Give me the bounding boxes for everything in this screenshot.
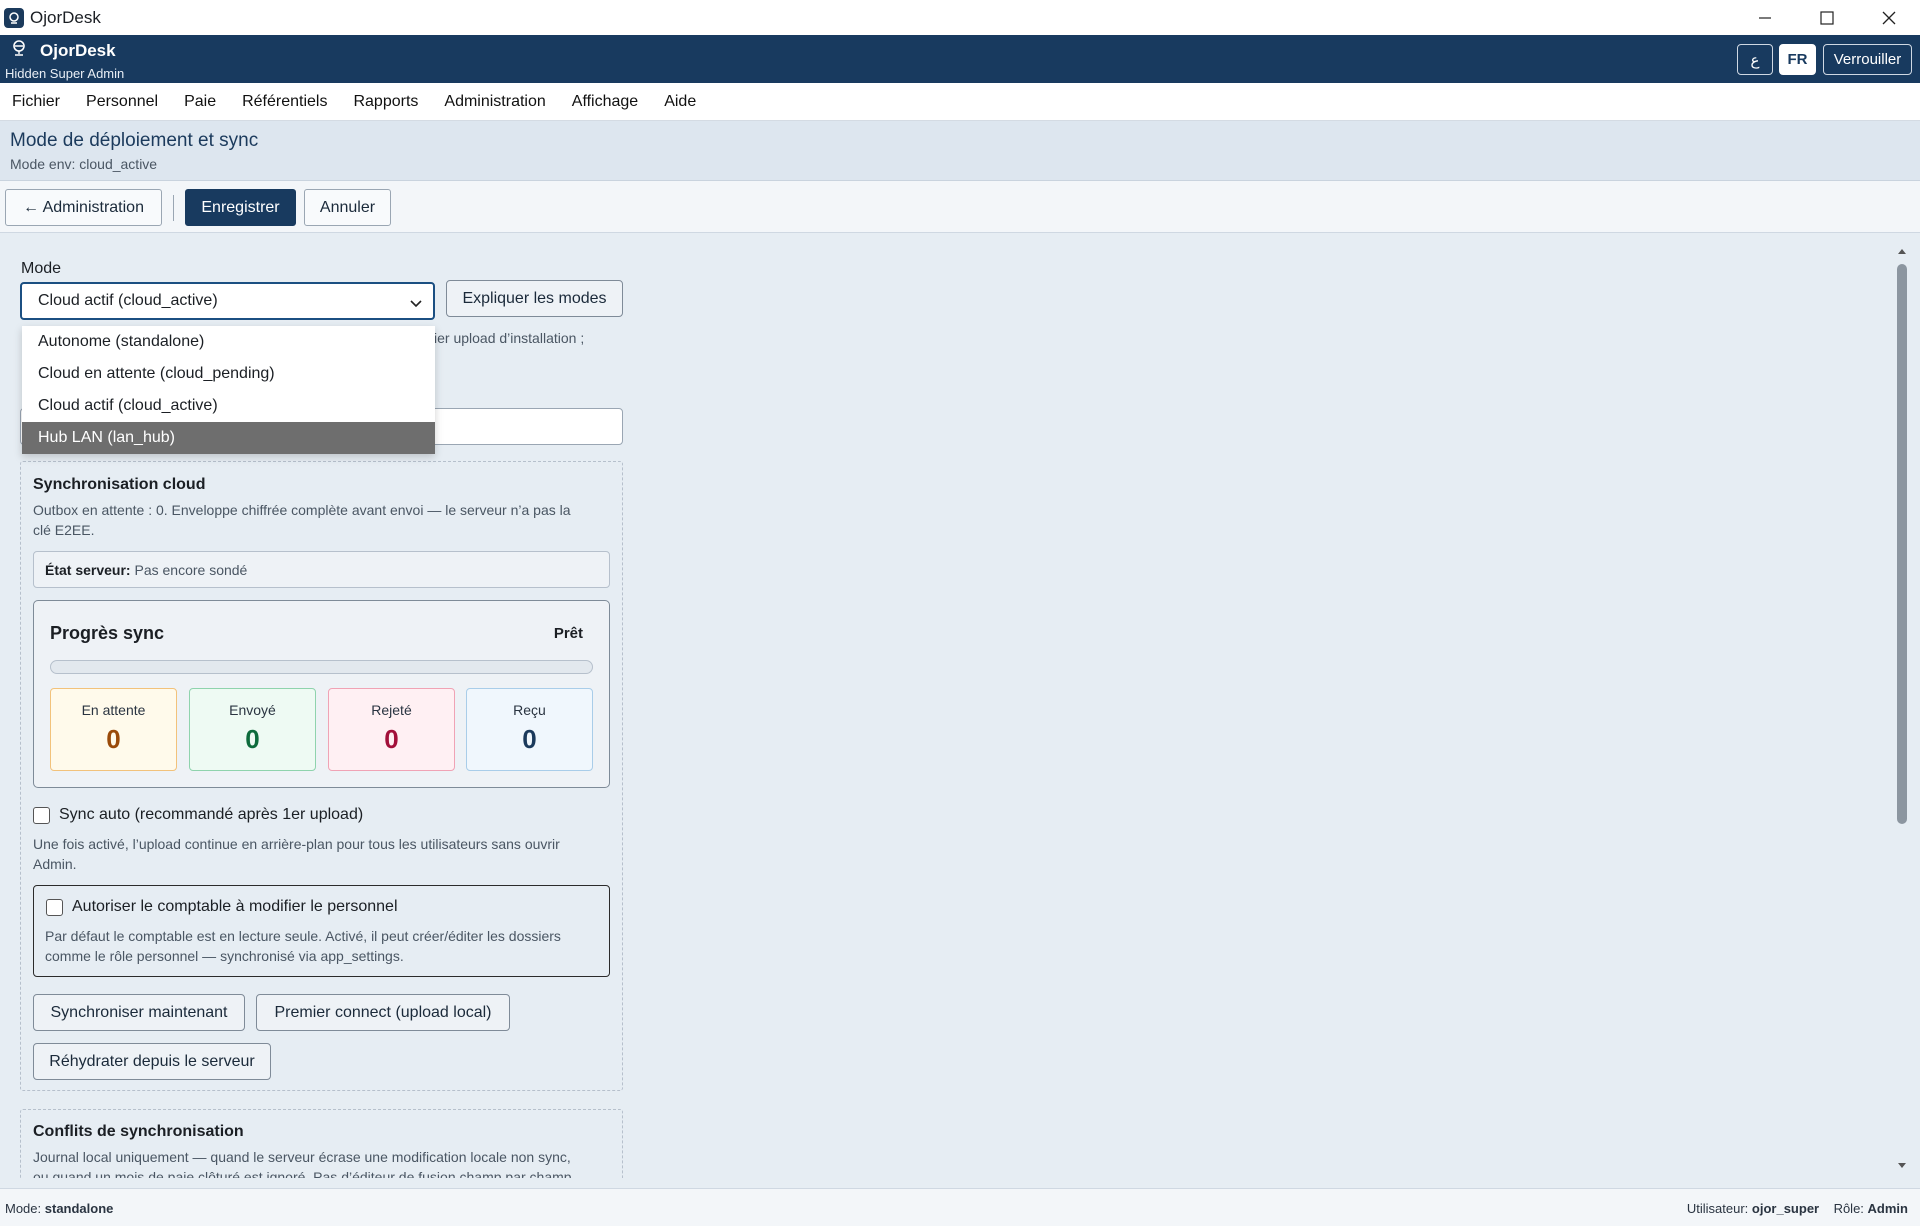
os-title-bar: OjorDesk bbox=[0, 0, 1920, 35]
first-connect-button[interactable]: Premier connect (upload local) bbox=[256, 994, 510, 1031]
sync-description-1: Outbox en attente : 0. Enveloppe chiffré… bbox=[33, 502, 571, 518]
mode-select-value: Cloud actif (cloud_active) bbox=[38, 292, 218, 309]
stat-sent: Envoyé 0 bbox=[189, 688, 316, 771]
brand-icon bbox=[10, 39, 28, 62]
conflicts-description-1: Journal local uniquement — quand le serv… bbox=[33, 1149, 571, 1165]
mode-dropdown-list: Autonome (standalone) Cloud en attente (… bbox=[22, 326, 435, 454]
page-title: Mode de déploiement et sync bbox=[10, 130, 259, 151]
status-user-label: Utilisateur: bbox=[1686, 1201, 1749, 1216]
role-banner: Hidden Super Admin bbox=[5, 66, 125, 81]
maximize-button[interactable] bbox=[1797, 0, 1857, 35]
stat-received: Reçu 0 bbox=[466, 688, 593, 771]
menu-rapports[interactable]: Rapports bbox=[353, 93, 418, 111]
page-header: Mode de déploiement et sync Mode env: cl… bbox=[0, 121, 1920, 181]
page-subtitle: Mode env: cloud_active bbox=[10, 156, 158, 172]
sync-auto-label: Sync auto (recommandé après 1er upload) bbox=[59, 806, 364, 823]
status-mode-value: standalone bbox=[44, 1201, 114, 1216]
sync-auto-hint-2: Admin. bbox=[33, 856, 77, 872]
sync-auto-checkbox[interactable] bbox=[33, 807, 50, 824]
stat-sent-label: Envoyé bbox=[229, 702, 276, 718]
scroll-down-icon[interactable] bbox=[1893, 1159, 1911, 1173]
rtl-toggle-button[interactable]: ع bbox=[1737, 44, 1773, 75]
mode-option-standalone[interactable]: Autonome (standalone) bbox=[22, 326, 435, 358]
language-button[interactable]: FR bbox=[1779, 44, 1816, 75]
scrollbar-thumb[interactable] bbox=[1897, 264, 1907, 824]
status-role-label: Rôle: bbox=[1833, 1201, 1864, 1216]
accountant-permission-label: Autoriser le comptable à modifier le per… bbox=[72, 898, 398, 915]
accountant-permission-hint-2: comme le rôle personnel — synchronisé vi… bbox=[45, 948, 404, 964]
accountant-permission-checkbox[interactable] bbox=[46, 899, 63, 916]
server-state-label: État serveur: bbox=[45, 561, 131, 578]
server-state-box: État serveur: Pas encore sondé bbox=[33, 551, 610, 588]
save-button[interactable]: Enregistrer bbox=[185, 189, 296, 226]
menu-fichier[interactable]: Fichier bbox=[12, 93, 60, 111]
menu-personnel[interactable]: Personnel bbox=[86, 93, 158, 111]
brand: OjorDesk bbox=[10, 39, 116, 62]
menu-administration[interactable]: Administration bbox=[444, 93, 545, 111]
cancel-button[interactable]: Annuler bbox=[304, 189, 391, 226]
sync-description-2: clé E2EE. bbox=[33, 522, 95, 538]
mode-option-cloud-active[interactable]: Cloud actif (cloud_active) bbox=[22, 390, 435, 422]
status-mode-label: Mode: bbox=[5, 1201, 42, 1216]
menu-aide[interactable]: Aide bbox=[664, 93, 696, 111]
close-window-button[interactable] bbox=[1859, 0, 1919, 35]
chevron-down-icon bbox=[409, 296, 423, 314]
scroll-up-icon[interactable] bbox=[1893, 244, 1911, 258]
app-icon bbox=[4, 7, 24, 28]
mode-hint: ier upload d’installation ; bbox=[434, 330, 585, 346]
mode-select[interactable]: Cloud actif (cloud_active) bbox=[20, 282, 435, 320]
stat-pending-label: En attente bbox=[81, 702, 146, 718]
status-user: Utilisateur: ojor_super Rôle: Admin bbox=[1687, 1201, 1908, 1216]
menu-affichage[interactable]: Affichage bbox=[572, 93, 638, 111]
menu-bar: Fichier Personnel Paie Référentiels Rapp… bbox=[0, 83, 1920, 121]
window-title: OjorDesk bbox=[30, 7, 101, 27]
sync-title: Synchronisation cloud bbox=[33, 476, 206, 493]
status-mode: Mode: standalone bbox=[5, 1201, 113, 1216]
stat-rejected-value: 0 bbox=[384, 724, 399, 754]
rehydrate-button[interactable]: Réhydrater depuis le serveur bbox=[33, 1043, 271, 1080]
conflicts-section bbox=[20, 1109, 623, 1178]
stat-pending-value: 0 bbox=[106, 724, 121, 754]
stat-pending: En attente 0 bbox=[50, 688, 177, 771]
status-user-value: ojor_super bbox=[1751, 1201, 1820, 1216]
conflicts-title: Conflits de synchronisation bbox=[33, 1123, 244, 1140]
progress-bar bbox=[50, 660, 593, 674]
vertical-scrollbar[interactable] bbox=[1893, 242, 1911, 1177]
sync-auto-hint-1: Une fois activé, l’upload continue en ar… bbox=[33, 836, 560, 852]
stat-rejected: Rejeté 0 bbox=[328, 688, 455, 771]
mode-option-cloud-pending[interactable]: Cloud en attente (cloud_pending) bbox=[22, 358, 435, 390]
stat-received-value: 0 bbox=[522, 724, 537, 754]
stat-sent-value: 0 bbox=[245, 724, 260, 754]
app-header: OjorDesk Hidden Super Admin ع FR Verroui… bbox=[0, 35, 1920, 83]
progress-title: Progrès sync bbox=[50, 623, 165, 643]
status-bar: Mode: standalone Utilisateur: ojor_super… bbox=[0, 1188, 1920, 1226]
menu-referentiels[interactable]: Référentiels bbox=[242, 93, 327, 111]
accountant-permission-hint-1: Par défaut le comptable est en lecture s… bbox=[45, 928, 561, 944]
brand-name: OjorDesk bbox=[40, 40, 116, 60]
explain-modes-button[interactable]: Expliquer les modes bbox=[446, 280, 623, 317]
mode-label: Mode bbox=[21, 260, 62, 277]
progress-status: Prêt bbox=[553, 625, 583, 642]
stat-rejected-label: Rejeté bbox=[371, 702, 412, 718]
toolbar: ← Administration Enregistrer Annuler bbox=[0, 181, 1920, 233]
status-role-value: Admin bbox=[1867, 1201, 1908, 1216]
lock-button[interactable]: Verrouiller bbox=[1823, 44, 1912, 75]
minimize-button[interactable] bbox=[1735, 0, 1795, 35]
conflicts-description-2: ou quand un mois de paie clôturé est ign… bbox=[33, 1169, 576, 1178]
back-administration-button[interactable]: ← Administration bbox=[5, 189, 162, 226]
sync-now-button[interactable]: Synchroniser maintenant bbox=[33, 994, 245, 1031]
server-state-value: Pas encore sondé bbox=[134, 561, 248, 578]
stat-received-label: Reçu bbox=[513, 702, 546, 718]
menu-paie[interactable]: Paie bbox=[184, 93, 216, 111]
toolbar-divider bbox=[173, 195, 174, 221]
mode-option-lan-hub[interactable]: Hub LAN (lan_hub) bbox=[22, 422, 435, 454]
